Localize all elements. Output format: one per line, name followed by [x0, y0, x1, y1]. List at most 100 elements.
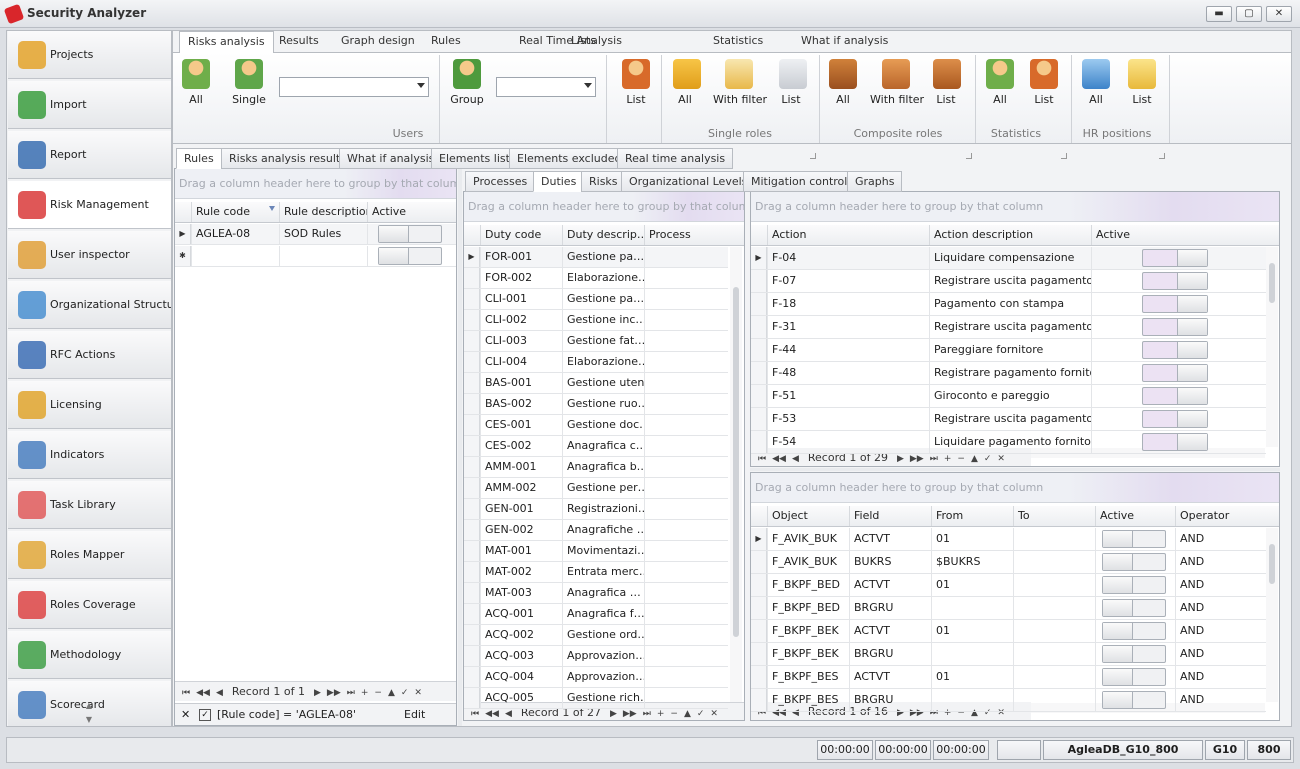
table-row[interactable]: F-48 Registrare pagamento fornitori — [751, 362, 1266, 385]
duty-description-cell[interactable]: Gestione doc… — [562, 415, 644, 435]
table-row[interactable]: BAS-002 Gestione ruo… — [464, 394, 728, 415]
table-row[interactable]: CLI-002 Gestione inc… — [464, 310, 728, 331]
from-cell[interactable]: 01 — [931, 574, 1013, 596]
maximize-button[interactable]: ▢ — [1236, 6, 1262, 22]
duty-code-cell[interactable]: FOR-002 — [480, 268, 562, 288]
table-row[interactable]: F-53 Registrare uscita pagamento — [751, 408, 1266, 431]
horizontal-splitter[interactable] — [750, 468, 1280, 471]
prev-record-icon[interactable]: ◀ — [216, 684, 223, 703]
duty-code-cell[interactable]: AMM-002 — [480, 478, 562, 498]
first-record-icon[interactable]: ⏮ — [182, 684, 190, 703]
table-row[interactable]: F_BKPF_BEK ACTVT 01 AND — [751, 620, 1266, 643]
from-cell[interactable]: $BUKRS — [931, 551, 1013, 573]
composite-roles-filter-button[interactable]: With filter — [870, 59, 924, 113]
duty-description-cell[interactable]: Gestione rich… — [562, 688, 644, 708]
object-cell[interactable]: F_BKPF_BES — [767, 689, 849, 711]
close-button[interactable]: ✕ — [1266, 6, 1292, 22]
action-description-cell[interactable]: Registrare pagamento fornitori — [929, 362, 1091, 384]
composite-roles-all-button[interactable]: All — [829, 59, 857, 113]
duty-code-cell[interactable]: ACQ-001 — [480, 604, 562, 624]
to-cell[interactable] — [1013, 551, 1095, 573]
vertical-splitter[interactable] — [458, 168, 462, 726]
table-row[interactable]: CLI-004 Elaborazione… — [464, 352, 728, 373]
table-row[interactable]: ACQ-001 Anagrafica f… — [464, 604, 728, 625]
active-toggle[interactable] — [1142, 295, 1208, 313]
sidebar-item-user-inspector[interactable]: User inspector — [8, 231, 171, 279]
active-toggle[interactable] — [1102, 530, 1166, 548]
duty-description-cell[interactable]: Gestione ruo… — [562, 394, 644, 414]
duty-code-cell[interactable]: ACQ-005 — [480, 688, 562, 708]
duty-code-cell[interactable]: CES-002 — [480, 436, 562, 456]
object-cell[interactable]: F_BKPF_BES — [767, 666, 849, 688]
prev-page-icon[interactable]: ◀◀ — [196, 684, 210, 703]
duty-description-cell[interactable]: Anagrafica f… — [562, 604, 644, 624]
operator-cell[interactable]: AND — [1175, 574, 1266, 596]
active-toggle[interactable] — [1142, 433, 1208, 451]
table-row[interactable]: ACQ-004 Approvazion… — [464, 667, 728, 688]
table-row[interactable]: MAT-002 Entrata merc… — [464, 562, 728, 583]
active-toggle[interactable] — [1102, 622, 1166, 640]
table-row[interactable]: BAS-001 Gestione utenti — [464, 373, 728, 394]
from-cell[interactable] — [931, 597, 1013, 619]
tab-real-time-analysis[interactable]: Real time analysis — [617, 148, 734, 169]
duty-code-cell[interactable]: BAS-002 — [480, 394, 562, 414]
duty-description-cell[interactable]: Gestione pa… — [562, 247, 644, 267]
ribbon-tab-what-if-analysis[interactable]: What if analysis — [793, 31, 896, 53]
process-cell[interactable] — [644, 478, 728, 498]
action-description-cell[interactable]: Liquidare compensazione — [929, 247, 1091, 269]
process-cell[interactable] — [644, 562, 728, 582]
table-row[interactable]: F-31 Registrare uscita pagamento — [751, 316, 1266, 339]
table-row[interactable]: AMM-002 Gestione per… — [464, 478, 728, 499]
duty-description-cell[interactable]: Gestione fat… — [562, 331, 644, 351]
table-row[interactable]: F_BKPF_BEK BRGRU AND — [751, 643, 1266, 666]
table-row[interactable]: F_BKPF_BES ACTVT 01 AND — [751, 666, 1266, 689]
process-cell[interactable] — [644, 331, 728, 351]
table-row[interactable]: ▶ FOR-001 Gestione pa… — [464, 247, 728, 268]
duty-description-cell[interactable]: Gestione utenti — [562, 373, 644, 393]
objects-vertical-scrollbar[interactable] — [1266, 528, 1278, 702]
process-cell[interactable] — [644, 604, 728, 624]
object-cell[interactable]: F_AVIK_BUK — [767, 528, 849, 550]
save-record-icon[interactable]: ✓ — [401, 684, 409, 703]
duty-code-cell[interactable]: CLI-001 — [480, 289, 562, 309]
hr-positions-launcher-icon[interactable] — [1159, 153, 1165, 159]
action-cell[interactable]: F-07 — [767, 270, 929, 292]
duty-code-cell[interactable]: AMM-001 — [480, 457, 562, 477]
active-toggle[interactable] — [1142, 387, 1208, 405]
process-cell[interactable] — [644, 394, 728, 414]
table-row[interactable]: F-07 Registrare uscita pagamento — [751, 270, 1266, 293]
duty-code-cell[interactable]: BAS-001 — [480, 373, 562, 393]
to-cell[interactable] — [1013, 666, 1095, 688]
action-description-cell[interactable]: Registrare uscita pagamento — [929, 316, 1091, 338]
duty-description-cell[interactable]: Gestione per… — [562, 478, 644, 498]
sidebar-item-licensing[interactable]: Licensing — [8, 381, 171, 429]
operator-cell[interactable]: AND — [1175, 689, 1266, 711]
operator-cell[interactable]: AND — [1175, 597, 1266, 619]
users-all-button[interactable]: All — [181, 59, 211, 113]
table-row[interactable]: F-18 Pagamento con stampa — [751, 293, 1266, 316]
column-action[interactable]: Action — [767, 225, 929, 245]
column-duty-code[interactable]: Duty code — [480, 225, 562, 245]
last-record-icon[interactable]: ⏭ — [347, 684, 355, 703]
field-cell[interactable]: BRGRU — [849, 689, 931, 711]
duties-vertical-scrollbar[interactable] — [730, 247, 742, 702]
from-cell[interactable]: 01 — [931, 620, 1013, 642]
duty-description-cell[interactable]: Elaborazione… — [562, 352, 644, 372]
duty-description-cell[interactable]: Entrata merc… — [562, 562, 644, 582]
table-row[interactable]: CES-002 Anagrafica c… — [464, 436, 728, 457]
inner-tab-mitigation-controls[interactable]: Mitigation controls — [743, 171, 862, 192]
sidebar-item-task-library[interactable]: Task Library — [8, 481, 171, 529]
process-cell[interactable] — [644, 373, 728, 393]
column-field[interactable]: Field — [849, 506, 931, 526]
duty-code-cell[interactable]: CLI-004 — [480, 352, 562, 372]
statistics-launcher-icon[interactable] — [1061, 153, 1067, 159]
column-action-description[interactable]: Action description — [929, 225, 1091, 245]
table-row[interactable]: CLI-001 Gestione pa… — [464, 289, 728, 310]
duty-code-cell[interactable]: CES-001 — [480, 415, 562, 435]
active-toggle[interactable] — [1142, 410, 1208, 428]
from-cell[interactable]: 01 — [931, 528, 1013, 550]
column-object[interactable]: Object — [767, 506, 849, 526]
sidebar-item-import[interactable]: Import — [8, 81, 171, 129]
sidebar-item-roles-mapper[interactable]: Roles Mapper — [8, 531, 171, 579]
field-cell[interactable]: BUKRS — [849, 551, 931, 573]
